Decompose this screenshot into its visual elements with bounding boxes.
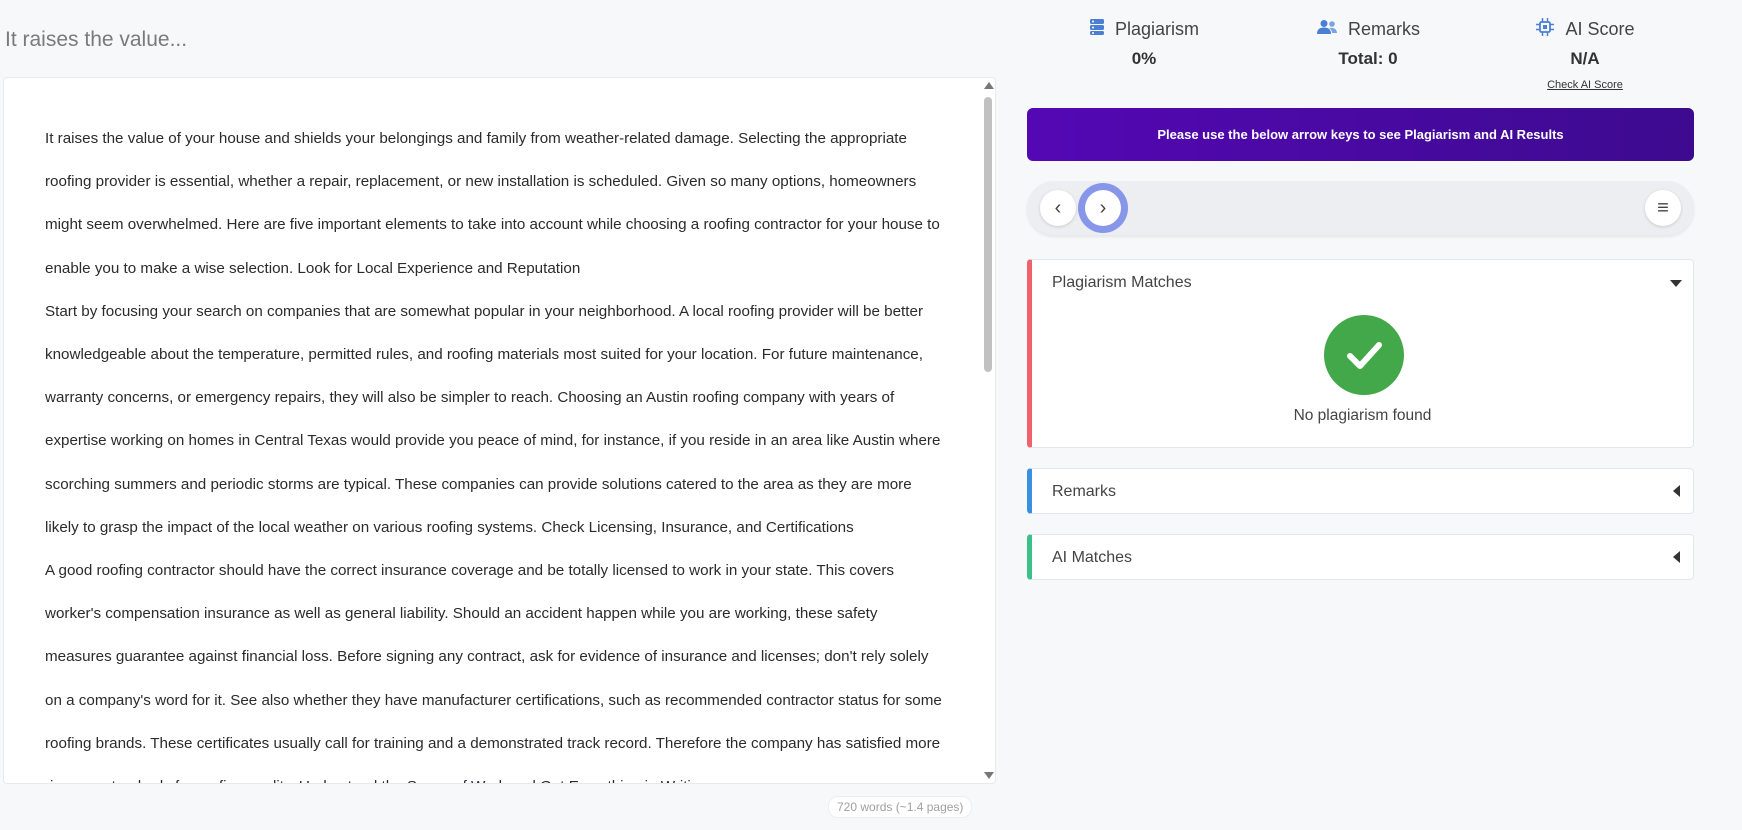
caret-down-icon[interactable]: [1670, 280, 1682, 287]
checkmark-icon: [1324, 315, 1404, 395]
check-ai-score-link[interactable]: Check AI Score: [1485, 79, 1685, 91]
editor-scrollbar[interactable]: [981, 78, 995, 783]
paragraph: It raises the value of your house and sh…: [45, 130, 940, 277]
paragraph: Start by focusing your search on compani…: [45, 302, 941, 536]
results-menu-button[interactable]: ≡: [1645, 190, 1681, 226]
chevron-left-icon: ‹: [1054, 196, 1062, 219]
ai-score-label: AI Score: [1565, 18, 1635, 39]
menu-icon: ≡: [1657, 196, 1669, 219]
caret-left-icon[interactable]: [1673, 551, 1680, 563]
scroll-down-arrow-icon[interactable]: [984, 772, 994, 779]
plagiarism-matches-title[interactable]: Plagiarism Matches: [1052, 274, 1192, 292]
no-plagiarism-message: No plagiarism found: [1293, 407, 1432, 424]
remarks-card[interactable]: Remarks: [1027, 468, 1694, 514]
document-title: It raises the value...: [5, 28, 188, 51]
plagiarism-stat: Plagiarism 0%: [1044, 17, 1244, 69]
word-count-badge: 720 words (~1.4 pages): [828, 796, 973, 818]
remarks-stat: Remarks Total: 0: [1268, 17, 1468, 69]
users-icon: [1316, 19, 1338, 40]
plagiarism-value: 0%: [1131, 49, 1157, 68]
next-result-button[interactable]: ›: [1085, 190, 1121, 226]
ai-score-value: N/A: [1570, 49, 1600, 68]
results-navigation-bar: ‹ › ≡: [1027, 181, 1694, 235]
database-icon: [1089, 18, 1105, 41]
previous-result-button[interactable]: ‹: [1040, 190, 1076, 226]
ai-matches-title[interactable]: AI Matches: [1052, 549, 1132, 567]
remarks-value: Total: 0: [1338, 49, 1398, 68]
text-editor[interactable]: It raises the value of your house and sh…: [3, 77, 996, 784]
app-root: It raises the value... It raises the val…: [0, 0, 1742, 830]
remarks-label: Remarks: [1347, 18, 1420, 39]
paragraph: A good roofing contractor should have th…: [45, 562, 942, 783]
ai-matches-card[interactable]: AI Matches: [1027, 534, 1694, 580]
scrollbar-thumb[interactable]: [984, 97, 992, 372]
chip-icon: [1535, 17, 1555, 42]
editor-content[interactable]: It raises the value of your house and sh…: [45, 117, 945, 783]
plagiarism-matches-card: Plagiarism Matches No plagiarism found: [1027, 259, 1694, 448]
remarks-card-title[interactable]: Remarks: [1052, 483, 1116, 501]
instruction-banner: Please use the below arrow keys to see P…: [1027, 108, 1694, 161]
chevron-right-icon: ›: [1099, 196, 1107, 219]
ai-score-stat: AI Score N/A Check AI Score: [1485, 17, 1685, 91]
caret-left-icon[interactable]: [1673, 485, 1680, 497]
scroll-up-arrow-icon[interactable]: [984, 82, 994, 89]
plagiarism-label: Plagiarism: [1114, 18, 1200, 39]
